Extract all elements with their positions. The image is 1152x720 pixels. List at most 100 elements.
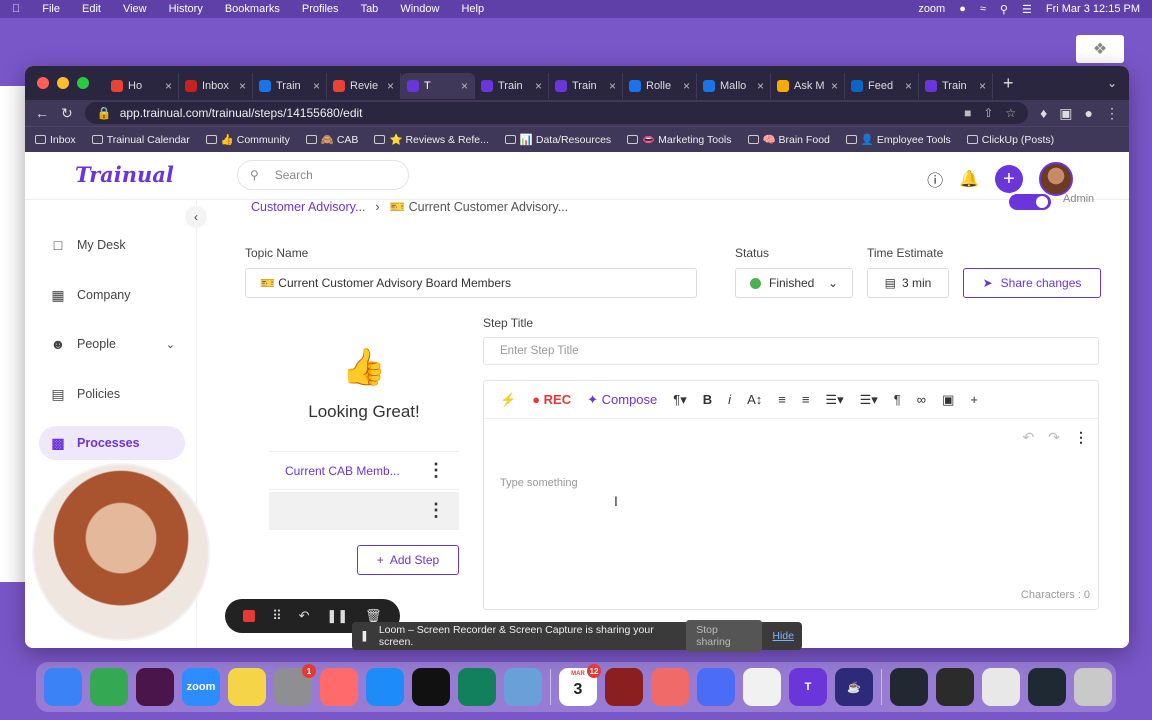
minimize-window-button[interactable] [57, 77, 69, 89]
camera-icon[interactable]: ■ [964, 106, 971, 120]
browser-tab[interactable]: Ho × [105, 73, 179, 99]
close-tab-icon[interactable]: × [313, 79, 320, 93]
window-3-icon[interactable] [982, 668, 1020, 706]
bookmark-item[interactable]: Trainual Calendar [91, 134, 190, 146]
add-step-button[interactable]: + Add Step [357, 545, 459, 575]
menu-window[interactable]: Window [400, 3, 439, 15]
asana-icon[interactable] [651, 668, 689, 706]
sidebar-item-company[interactable]: ▦ Company [39, 278, 185, 312]
sidepanel-icon[interactable]: ▣ [1059, 105, 1072, 122]
close-tab-icon[interactable]: × [387, 79, 394, 93]
menu-profiles[interactable]: Profiles [302, 3, 339, 15]
browser-tab[interactable]: Ask M × [771, 73, 845, 99]
sidebar-item-my-desk[interactable]: □ My Desk [39, 228, 185, 262]
insert-more-icon[interactable]: + [970, 392, 978, 407]
calendar-icon[interactable]: MAR 3 12 [559, 664, 601, 706]
browser-tab[interactable]: T × [401, 73, 475, 99]
sidebar-item-policies[interactable]: ▤ Policies [39, 377, 185, 411]
image-icon[interactable]: ▣ [942, 392, 954, 408]
menu-history[interactable]: History [169, 3, 203, 15]
bookmark-item[interactable]: 🙈 CAB [305, 133, 358, 146]
menu-view[interactable]: View [123, 3, 147, 15]
tab-search-chevron-icon[interactable]: ⌄ [1107, 76, 1117, 90]
close-tab-icon[interactable]: × [757, 79, 764, 93]
close-tab-icon[interactable]: × [461, 79, 468, 93]
share-changes-button[interactable]: ➤ Share changes [963, 268, 1101, 298]
chrome-icon[interactable] [90, 668, 128, 706]
step-list-item[interactable]: Current CAB Memb... ⋮ [269, 452, 459, 490]
amphetamine-icon[interactable]: ☕ [835, 668, 873, 706]
redo-icon[interactable]: ↷ [1048, 429, 1060, 446]
window-2-icon[interactable] [936, 668, 974, 706]
topic-name-input[interactable]: 🎫 Current Customer Advisory Board Member… [245, 268, 697, 298]
notifications-bell-icon[interactable]: 🔔 [959, 169, 979, 189]
preview-icon[interactable] [504, 668, 542, 706]
bookmark-item[interactable]: ⭐ Reviews & Refe... [374, 133, 489, 146]
close-tab-icon[interactable]: × [979, 79, 986, 93]
drag-handle-icon[interactable]: ❚ [360, 630, 369, 642]
vpn-icon[interactable] [458, 668, 496, 706]
menubar-clock[interactable]: Fri Mar 3 12:15 PM [1046, 3, 1140, 15]
window-1-icon[interactable] [890, 668, 928, 706]
bookmark-item[interactable]: 👄 Marketing Tools [627, 133, 732, 146]
status-select[interactable]: Finished ⌄ [735, 268, 853, 298]
browser-tab[interactable]: Rolle × [623, 73, 697, 99]
window-4-icon[interactable] [1028, 668, 1066, 706]
restart-icon[interactable]: ↶ [299, 608, 310, 624]
bold-icon[interactable]: B [703, 392, 712, 407]
browser-tab[interactable]: Train × [919, 73, 993, 99]
stop-recording-button[interactable] [243, 610, 256, 622]
trash-icon[interactable] [1074, 668, 1112, 706]
time-estimate-field[interactable]: ▤ 3 min [867, 268, 949, 298]
stop-sharing-button[interactable]: Stop sharing [686, 620, 763, 652]
wifi-icon[interactable]: ≈ [980, 3, 986, 15]
bookmark-star-icon[interactable]: ☆ [1005, 106, 1016, 120]
chevron-down-icon[interactable]: ⌄ [166, 338, 175, 351]
extensions-icon[interactable]: ♦ [1040, 105, 1047, 121]
bookmark-item[interactable]: Inbox [35, 134, 76, 146]
grammarly-icon[interactable]: ● [959, 3, 966, 15]
browser-tab[interactable]: Train × [253, 73, 327, 99]
align-left-icon[interactable]: ≡ [778, 392, 786, 407]
close-window-button[interactable] [37, 77, 49, 89]
search-input[interactable]: ⚲ Search [237, 160, 409, 190]
address-bar[interactable]: 🔒 app.trainual.com/trainual/steps/141556… [84, 102, 1029, 124]
unordered-list-icon[interactable]: ☰▾ [860, 392, 878, 408]
rich-text-editor[interactable]: ⚡ ● REC ✦ Compose ¶▾ B i A↕ ≡ ≡ ☰▾ ☰▾ ¶ … [483, 380, 1099, 610]
italic-icon[interactable]: i [728, 392, 731, 407]
lightning-icon[interactable]: ⚡ [500, 392, 516, 408]
app-store-icon[interactable] [366, 668, 404, 706]
slack-icon[interactable] [136, 668, 174, 706]
pause-icon[interactable]: ❚❚ [326, 608, 348, 624]
close-tab-icon[interactable]: × [239, 79, 246, 93]
profile-avatar[interactable]: ● [1085, 105, 1093, 121]
close-tab-icon[interactable]: × [535, 79, 542, 93]
admin-toggle[interactable] [1009, 194, 1051, 210]
sidebar-item-people[interactable]: ☻ People ⌄ [39, 327, 185, 361]
browser-tab[interactable]: Revie × [327, 73, 401, 99]
more-vertical-icon[interactable]: ⋮ [427, 460, 445, 481]
close-tab-icon[interactable]: × [831, 79, 838, 93]
chrome-menu-icon[interactable]: ⋮ [1105, 105, 1119, 122]
paragraph-format-icon[interactable]: ¶▾ [673, 392, 687, 408]
undo-icon[interactable]: ↶ [1023, 429, 1035, 446]
help-icon[interactable]: ⓘ [927, 167, 943, 191]
browser-tab[interactable]: Train × [475, 73, 549, 99]
close-tab-icon[interactable]: × [609, 79, 616, 93]
menu-tab[interactable]: Tab [361, 3, 379, 15]
calendly-icon[interactable] [743, 668, 781, 706]
drag-handle-icon[interactable]: ⠿ [272, 608, 282, 624]
system-settings-icon[interactable]: 1 [274, 664, 316, 706]
menu-file[interactable]: File [42, 3, 60, 15]
desktop-file-icon[interactable]: ❖ [1076, 35, 1124, 63]
bookmark-item[interactable]: 🧠 Brain Food [747, 133, 830, 146]
font-size-icon[interactable]: A↕ [747, 392, 762, 407]
zoom-status-label[interactable]: zoom [918, 3, 945, 15]
hide-banner-link[interactable]: Hide [772, 630, 794, 642]
bookmark-item[interactable]: 📊 Data/Resources [504, 133, 611, 146]
step-title-input[interactable]: Enter Step Title [483, 337, 1099, 365]
spotlight-search-icon[interactable]: ⚲ [1000, 3, 1008, 16]
menu-bookmarks[interactable]: Bookmarks [225, 3, 280, 15]
zoom-window-button[interactable] [77, 77, 89, 89]
share-page-icon[interactable]: ⇧ [983, 106, 993, 120]
